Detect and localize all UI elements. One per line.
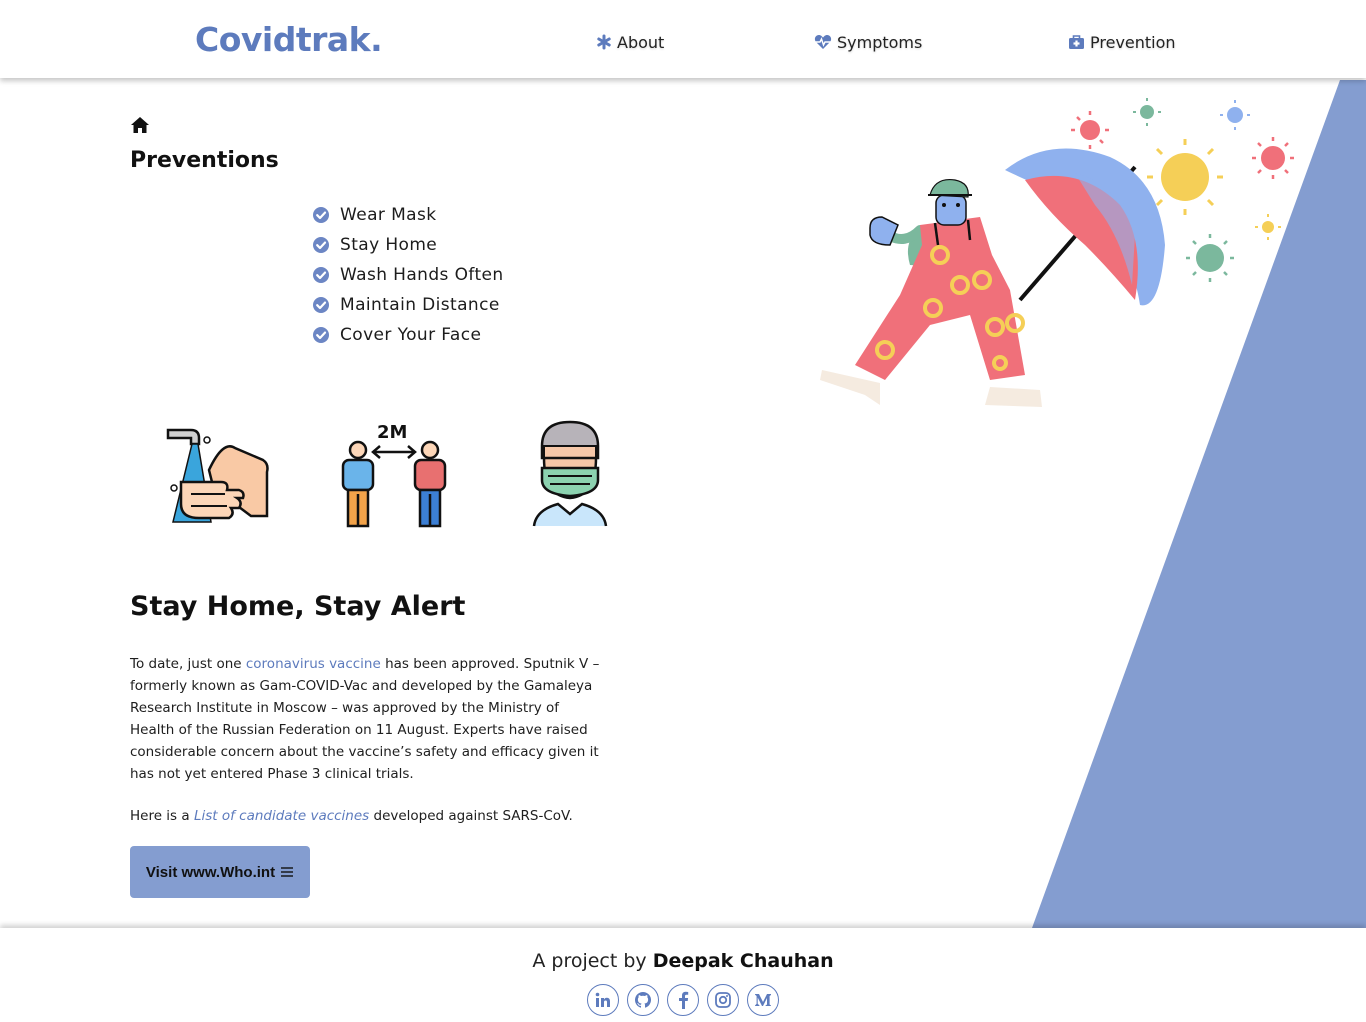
medium-link[interactable] xyxy=(747,984,779,1016)
check-circle-icon xyxy=(313,327,329,343)
navbar: Covidtrak. About Symptoms Prevention xyxy=(0,0,1366,78)
footer: A project by Deepak Chauhan xyxy=(0,928,1366,1022)
hand-washing-icon xyxy=(166,428,269,523)
check-circle-icon xyxy=(313,207,329,223)
distance-label: 2M xyxy=(377,422,407,443)
linkedin-link[interactable] xyxy=(587,984,619,1016)
social-links xyxy=(587,984,779,1016)
instagram-link[interactable] xyxy=(707,984,739,1016)
nav-about-label: About xyxy=(617,32,665,52)
section-title: Preventions xyxy=(130,148,279,173)
nav-symptoms-label: Symptoms xyxy=(837,32,923,52)
facebook-link[interactable] xyxy=(667,984,699,1016)
instagram-icon xyxy=(715,992,731,1008)
visit-who-button-label: Visit www.Who.int xyxy=(145,863,276,881)
author-name: Deepak Chauhan xyxy=(652,950,834,972)
list-item-label: Maintain Distance xyxy=(340,295,500,315)
virus-icon xyxy=(1220,100,1250,130)
social-distance-icon: 2M xyxy=(341,422,447,528)
menu-icon xyxy=(281,867,294,877)
list-item: Maintain Distance xyxy=(313,290,504,320)
list-item-label: Cover Your Face xyxy=(340,325,482,345)
github-icon xyxy=(634,992,652,1008)
github-link[interactable] xyxy=(627,984,659,1016)
candidate-vaccines-link[interactable]: List of candidate vaccines xyxy=(194,808,369,824)
headline: Stay Home, Stay Alert xyxy=(130,591,466,622)
prevention-list: Wear Mask Stay Home Wash Hands Often Mai… xyxy=(313,200,504,350)
virus-icon xyxy=(1252,137,1294,179)
virus-icon xyxy=(1186,234,1234,282)
footer-credit: A project by Deepak Chauhan xyxy=(0,950,1366,972)
footer-credit-prefix: A project by xyxy=(532,950,653,972)
face-mask-icon xyxy=(532,420,608,527)
home-icon[interactable] xyxy=(130,116,150,134)
brand-logo[interactable]: Covidtrak. xyxy=(195,18,383,62)
virus-icon xyxy=(1255,214,1281,240)
paragraph-text: developed against SARS-CoV. xyxy=(369,808,573,824)
virus-icon xyxy=(1071,111,1109,149)
list-item-label: Stay Home xyxy=(340,235,438,255)
check-circle-icon xyxy=(313,267,329,283)
list-item-label: Wash Hands Often xyxy=(340,265,504,285)
paragraph-text: Here is a xyxy=(130,808,194,824)
check-circle-icon xyxy=(313,237,329,253)
list-item-label: Wear Mask xyxy=(340,205,437,225)
list-item: Cover Your Face xyxy=(313,320,504,350)
vaccine-paragraph: To date, just one coronavirus vaccine ha… xyxy=(130,653,600,785)
candidate-vaccines-paragraph: Here is a List of candidate vaccines dev… xyxy=(130,805,573,827)
nav-about[interactable]: About xyxy=(596,28,664,56)
facebook-icon xyxy=(679,991,689,1009)
visit-who-button[interactable]: Visit www.Who.int xyxy=(130,846,310,898)
check-circle-icon xyxy=(313,297,329,313)
nav-symptoms[interactable]: Symptoms xyxy=(814,28,922,56)
list-item: Wear Mask xyxy=(313,200,504,230)
virus-icon xyxy=(1133,98,1161,126)
medkit-icon xyxy=(1069,35,1084,49)
asterisk-icon xyxy=(597,34,611,50)
linkedin-icon xyxy=(595,992,610,1007)
list-item: Stay Home xyxy=(313,230,504,260)
list-item: Wash Hands Often xyxy=(313,260,504,290)
nav-prevention[interactable]: Prevention xyxy=(1068,28,1176,56)
medium-icon xyxy=(755,994,771,1006)
umbrella-person-illustration xyxy=(820,98,1294,407)
heartbeat-icon xyxy=(814,35,832,49)
coronavirus-vaccine-link[interactable]: coronavirus vaccine xyxy=(246,656,381,672)
paragraph-text: has been approved. Sputnik V – formerly … xyxy=(130,656,600,782)
paragraph-text: To date, just one xyxy=(130,656,246,672)
nav-prevention-label: Prevention xyxy=(1090,32,1176,52)
virus-icon xyxy=(1147,139,1223,215)
